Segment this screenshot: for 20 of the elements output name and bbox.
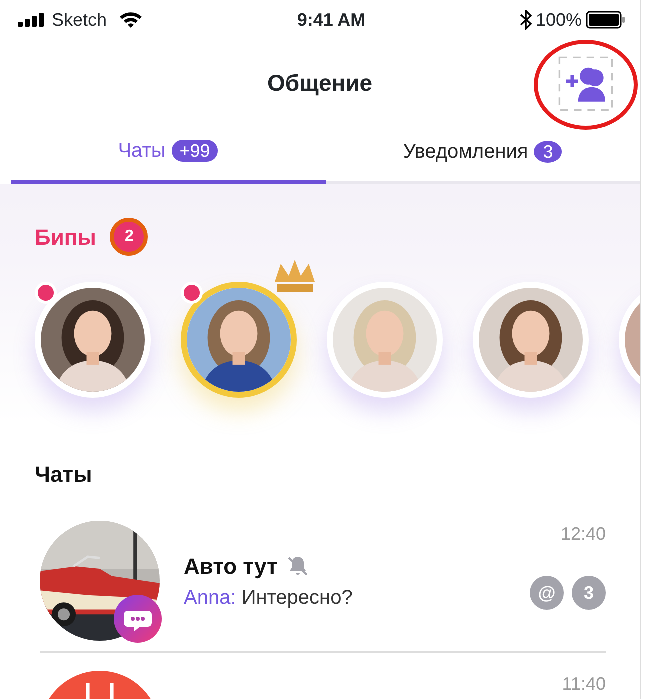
wifi-icon — [119, 11, 144, 29]
count-badge: 2 — [110, 218, 148, 256]
chat-time: 11:40 — [562, 673, 606, 696]
bluetooth-icon — [520, 10, 532, 30]
battery-icon — [586, 11, 626, 29]
carrier-name: Sketch — [52, 8, 108, 32]
sender-name: Anna: — [184, 586, 236, 608]
clock: 9:41 AM — [297, 8, 366, 32]
chat-time: 12:40 — [560, 523, 606, 546]
battery-percent: 100% — [536, 8, 582, 32]
section-title: Чаты — [34, 461, 94, 489]
mention-badge: @ — [530, 576, 564, 610]
message-preview: Интересно? — [242, 586, 353, 608]
count-badge: 3 — [534, 140, 562, 162]
page-title: Общение — [267, 68, 373, 98]
unread-count: 3 — [572, 576, 606, 610]
count-badge: +99 — [172, 140, 218, 162]
section-title: Бипы — [35, 224, 96, 252]
add-contact-button[interactable] — [558, 56, 614, 112]
chat-name: Авто тут — [184, 552, 278, 581]
